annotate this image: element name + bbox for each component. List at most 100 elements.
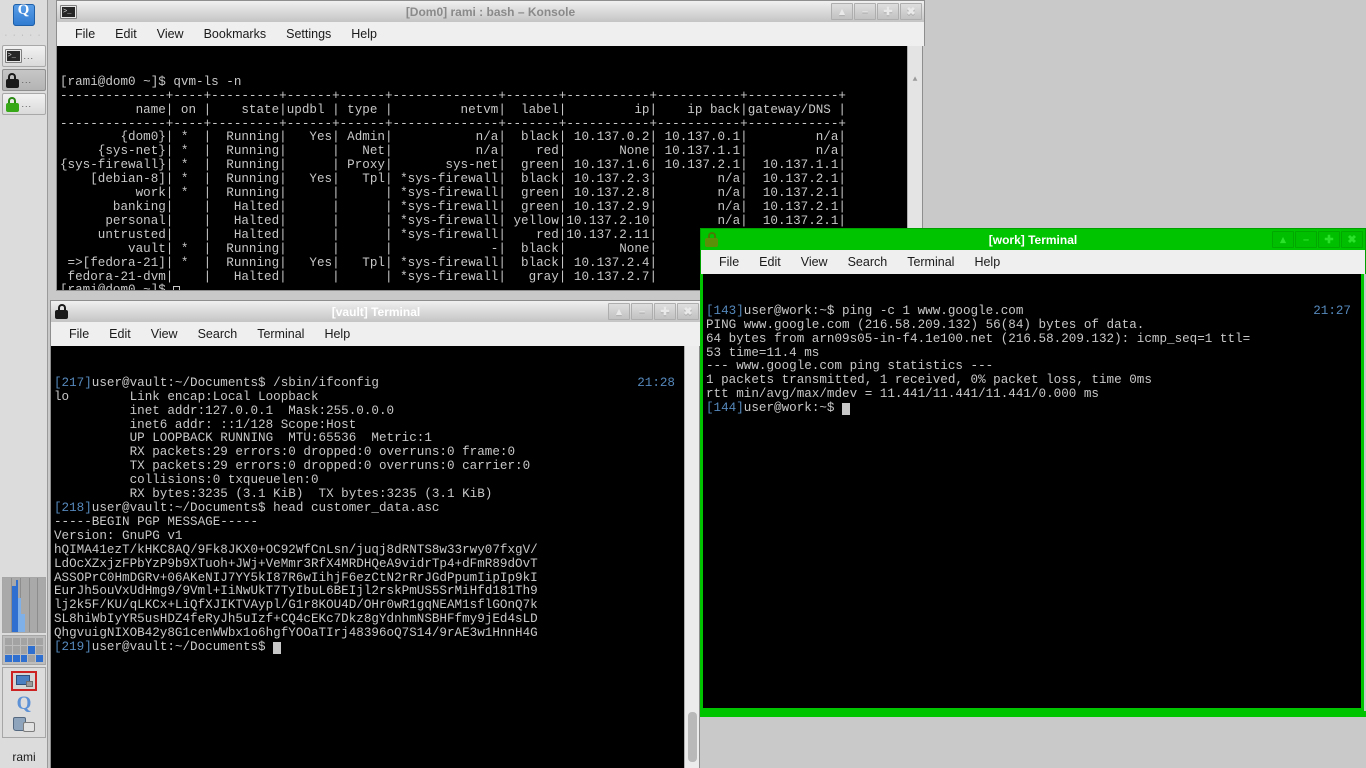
table-row: {sys-net}| * | Running| | Net| n/a| red|… bbox=[60, 145, 922, 159]
close-button[interactable]: ✖ bbox=[677, 303, 699, 320]
pgp-line: Version: GnuPG v1 bbox=[54, 530, 699, 544]
user-name-label: rami bbox=[0, 750, 48, 764]
table-row: [debian-8]| * | Running| Yes| Tpl| *sys-… bbox=[60, 173, 922, 187]
maximize-button[interactable]: ✚ bbox=[1318, 231, 1340, 248]
window-work-terminal[interactable]: [work] Terminal ▴ – ✚ ✖ File Edit View S… bbox=[700, 228, 1366, 713]
menu-view[interactable]: View bbox=[141, 325, 188, 343]
monitor-icon[interactable] bbox=[11, 671, 37, 691]
menu-search[interactable]: Search bbox=[188, 325, 248, 343]
window-controls-dom0: ▴ – ✚ ✖ bbox=[831, 3, 922, 20]
command-line-head: [218]user@vault:~/Documents$ head custom… bbox=[54, 502, 699, 516]
menu-file[interactable]: File bbox=[59, 325, 99, 343]
text-cursor bbox=[173, 286, 180, 291]
taskbar-item-label: ... bbox=[22, 100, 33, 109]
menu-file[interactable]: File bbox=[65, 25, 105, 43]
table-row: {sys-firewall}| * | Running| | Proxy| sy… bbox=[60, 159, 922, 173]
prompt-index: [143] bbox=[706, 304, 744, 318]
cpu-graph-icon[interactable] bbox=[2, 577, 46, 633]
window-bottom-edge bbox=[700, 711, 1366, 717]
output-line: 53 time=11.4 ms bbox=[706, 347, 1361, 361]
pgp-line: ASSOPrC0HmDGRv+06AKeNIJ7YY5kI87R6wIihjF6… bbox=[54, 572, 699, 586]
output-line: RX packets:29 errors:0 dropped:0 overrun… bbox=[54, 446, 699, 460]
minimize-button[interactable]: – bbox=[854, 3, 876, 20]
menu-help[interactable]: Help bbox=[964, 253, 1010, 271]
output-line: RX bytes:3235 (3.1 KiB) TX bytes:3235 (3… bbox=[54, 488, 699, 502]
menu-edit[interactable]: Edit bbox=[105, 25, 147, 43]
pgp-line: EurJh5ouVxUdHmg9/9Vml+IiNwUkT7TyIbuL6BEI… bbox=[54, 585, 699, 599]
qubes-logo-icon[interactable]: Q bbox=[17, 694, 32, 713]
lock-green-icon bbox=[5, 97, 20, 112]
workspace-pager-icon[interactable] bbox=[2, 635, 46, 665]
menu-file[interactable]: File bbox=[709, 253, 749, 271]
minimize-button[interactable]: – bbox=[631, 303, 653, 320]
taskbar-item-label: ... bbox=[22, 76, 33, 85]
output-line: 64 bytes from arn09s05-in-f4.1e100.net (… bbox=[706, 333, 1361, 347]
close-button[interactable]: ✖ bbox=[900, 3, 922, 20]
table-rule: --------------+----+---------+------+---… bbox=[60, 118, 922, 132]
table-row: {dom0}| * | Running| Yes| Admin| n/a| bl… bbox=[60, 131, 922, 145]
desktop: · · · · · ... ... ... bbox=[0, 0, 1366, 768]
menu-terminal[interactable]: Terminal bbox=[897, 253, 964, 271]
command-line-ifconfig: 21:28[217]user@vault:~/Documents$ /sbin/… bbox=[54, 377, 699, 391]
menubar-vault: File Edit View Search Terminal Help bbox=[50, 322, 702, 346]
taskbar-item-vault-terminal[interactable]: ... bbox=[2, 69, 46, 91]
close-button[interactable]: ✖ bbox=[1341, 231, 1363, 248]
terminal-clock: 21:27 bbox=[1313, 305, 1351, 319]
menu-edit[interactable]: Edit bbox=[749, 253, 791, 271]
terminal-output-vault[interactable]: 21:28[217]user@vault:~/Documents$ /sbin/… bbox=[50, 346, 700, 768]
pgp-line: SL8hiWbIyYR5usHDZ4feRyJh5uIzf+CQ4cEKc7Dk… bbox=[54, 613, 699, 627]
menu-view[interactable]: View bbox=[791, 253, 838, 271]
menu-settings[interactable]: Settings bbox=[276, 25, 341, 43]
panel-handle-dots[interactable]: · · · · · bbox=[5, 32, 42, 39]
window-controls-vault: ▴ – ✚ ✖ bbox=[608, 303, 699, 320]
command-line-qvm-ls: [rami@dom0 ~]$ qvm-ls -n bbox=[60, 76, 922, 90]
menu-help[interactable]: Help bbox=[314, 325, 360, 343]
terminal-icon bbox=[5, 49, 22, 63]
menu-terminal[interactable]: Terminal bbox=[247, 325, 314, 343]
menu-help[interactable]: Help bbox=[341, 25, 387, 43]
taskbar: ... ... ... bbox=[2, 45, 46, 115]
scrollbar-thumb[interactable] bbox=[688, 712, 697, 762]
menu-search[interactable]: Search bbox=[838, 253, 898, 271]
qubes-menu-logo-icon[interactable] bbox=[13, 4, 35, 26]
titlebar-vault[interactable]: [vault] Terminal ▴ – ✚ ✖ bbox=[50, 300, 702, 322]
taskbar-item-label: ... bbox=[24, 52, 35, 61]
minimize-button[interactable]: – bbox=[1295, 231, 1317, 248]
shade-button[interactable]: ▴ bbox=[1272, 231, 1294, 248]
window-title-dom0: [Dom0] rami : bash – Konsole bbox=[57, 5, 924, 19]
terminal-output-work[interactable]: 21:27[143]user@work:~$ ping -c 1 www.goo… bbox=[700, 274, 1364, 711]
window-vault-terminal[interactable]: [vault] Terminal ▴ – ✚ ✖ File Edit View … bbox=[50, 300, 702, 768]
device-plug-icon[interactable] bbox=[12, 716, 36, 734]
pgp-line: hQIMA41ezT/kHKC8AQ/9Fk8JKX0+OC92WfCnLsn/… bbox=[54, 544, 699, 558]
table-rule: --------------+----+---------+------+---… bbox=[60, 90, 922, 104]
shade-button[interactable]: ▴ bbox=[831, 3, 853, 20]
menubar-work: File Edit View Search Terminal Help bbox=[700, 250, 1366, 274]
text-cursor bbox=[842, 403, 850, 415]
output-line: --- www.google.com ping statistics --- bbox=[706, 360, 1361, 374]
system-tray: Q bbox=[2, 577, 46, 738]
menu-view[interactable]: View bbox=[147, 25, 194, 43]
titlebar-work[interactable]: [work] Terminal ▴ – ✚ ✖ bbox=[700, 228, 1366, 250]
prompt-index: [217] bbox=[54, 376, 92, 390]
menubar-dom0: File Edit View Bookmarks Settings Help bbox=[56, 22, 925, 46]
menu-bookmarks[interactable]: Bookmarks bbox=[194, 25, 277, 43]
pgp-line: -----BEGIN PGP MESSAGE----- bbox=[54, 516, 699, 530]
tray-icon-group: Q bbox=[2, 667, 46, 738]
output-line: rtt min/avg/max/mdev = 11.441/11.441/11.… bbox=[706, 388, 1361, 402]
window-controls-work: ▴ – ✚ ✖ bbox=[1272, 231, 1363, 248]
menu-edit[interactable]: Edit bbox=[99, 325, 141, 343]
maximize-button[interactable]: ✚ bbox=[877, 3, 899, 20]
terminal-icon bbox=[60, 5, 77, 19]
prompt-index: [144] bbox=[706, 401, 744, 415]
output-line: UP LOOPBACK RUNNING MTU:65536 Metric:1 bbox=[54, 432, 699, 446]
taskbar-item-dom0-konsole[interactable]: ... bbox=[2, 45, 46, 67]
maximize-button[interactable]: ✚ bbox=[654, 303, 676, 320]
shade-button[interactable]: ▴ bbox=[608, 303, 630, 320]
prompt-index: [219] bbox=[54, 640, 92, 654]
shell-prompt: [144]user@work:~$ bbox=[706, 402, 1361, 416]
taskbar-item-work-terminal[interactable]: ... bbox=[2, 93, 46, 115]
window-title-work: [work] Terminal bbox=[701, 233, 1365, 247]
titlebar-dom0[interactable]: [Dom0] rami : bash – Konsole ▴ – ✚ ✖ bbox=[56, 0, 925, 22]
scrollbar-vault[interactable] bbox=[684, 346, 699, 768]
scroll-up-icon[interactable]: ▲ bbox=[908, 74, 922, 86]
